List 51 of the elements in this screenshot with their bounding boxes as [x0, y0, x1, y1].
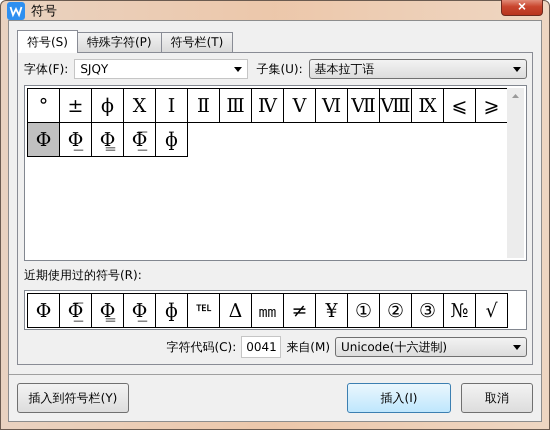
app-logo-icon — [7, 2, 25, 20]
caret-icon — [234, 66, 242, 72]
symbol-cell[interactable]: ⩽ — [443, 88, 476, 123]
symbol-cell[interactable]: ɸ — [155, 122, 188, 157]
cancel-button[interactable]: 取消 — [461, 383, 533, 413]
symbol-cell[interactable]: ° — [27, 88, 60, 123]
symbol-cell[interactable]: Ⅸ — [411, 88, 444, 123]
symbol-cell[interactable]: ℡ — [187, 293, 220, 328]
code-field[interactable]: 0041 — [241, 336, 282, 358]
add-to-bar-button[interactable]: 插入到符号栏(Y) — [17, 383, 129, 413]
symbol-cell[interactable]: ③ — [411, 293, 444, 328]
tab[interactable]: 特殊字符(P) — [76, 32, 162, 52]
symbol-cell[interactable]: ⩾ — [475, 88, 508, 123]
symbol-cell[interactable]: Φ̳ — [91, 293, 124, 328]
insert-button[interactable]: 插入(I) — [347, 383, 451, 413]
subset-dropdown[interactable]: 基本拉丁语 — [308, 59, 527, 79]
symbol-cell[interactable]: √ — [475, 293, 508, 328]
symbol-cell[interactable]: ɸ — [155, 293, 188, 328]
symbol-cell[interactable]: Φ — [27, 293, 60, 328]
symbol-cell[interactable]: Ⅵ — [315, 88, 348, 123]
caret-icon — [513, 66, 521, 72]
code-label: 字符代码(C): — [166, 338, 236, 356]
scroll-up-icon[interactable] — [512, 94, 519, 98]
subset-label: 子集(U): — [256, 60, 303, 78]
symbol-cell[interactable]: Ⅱ — [187, 88, 220, 123]
tab[interactable]: 符号(S) — [17, 30, 78, 53]
font-dropdown[interactable]: SJQY — [74, 59, 248, 79]
symbol-cell[interactable]: Ⅶ — [347, 88, 380, 123]
symbol-cell[interactable]: Δ — [219, 293, 252, 328]
from-label: 来自(M) — [286, 338, 330, 356]
symbol-cell[interactable]: ② — [379, 293, 412, 328]
window-title: 符号 — [31, 2, 58, 20]
symbol-cell[interactable]: Φ̲ — [123, 293, 156, 328]
symbol-cell[interactable]: Ⅴ — [283, 88, 316, 123]
caret-icon — [513, 344, 521, 350]
symbol-cell[interactable]: ≠ — [283, 293, 316, 328]
symbol-cell[interactable]: ¥ — [315, 293, 348, 328]
symbol-cell[interactable]: Φ — [27, 122, 60, 157]
symbol-cell[interactable]: № — [443, 293, 476, 328]
symbol-cell[interactable]: ㎜ — [251, 293, 284, 328]
symbol-cell[interactable]: Ⅳ — [251, 88, 284, 123]
tab[interactable]: 符号栏(T) — [160, 32, 234, 52]
symbol-cell[interactable]: Φ̲̅ — [59, 293, 92, 328]
symbol-cell[interactable]: ① — [347, 293, 380, 328]
font-label: 字体(F): — [24, 60, 68, 78]
from-dropdown[interactable]: Unicode(十六进制) — [335, 337, 527, 357]
symbol-cell[interactable]: Ⅷ — [379, 88, 412, 123]
scrollbar[interactable] — [507, 88, 524, 258]
recent-label: 近期使用过的符号(R): — [24, 267, 143, 284]
close-button[interactable]: × — [501, 0, 543, 16]
symbol-cell[interactable]: Ⅲ — [219, 88, 252, 123]
